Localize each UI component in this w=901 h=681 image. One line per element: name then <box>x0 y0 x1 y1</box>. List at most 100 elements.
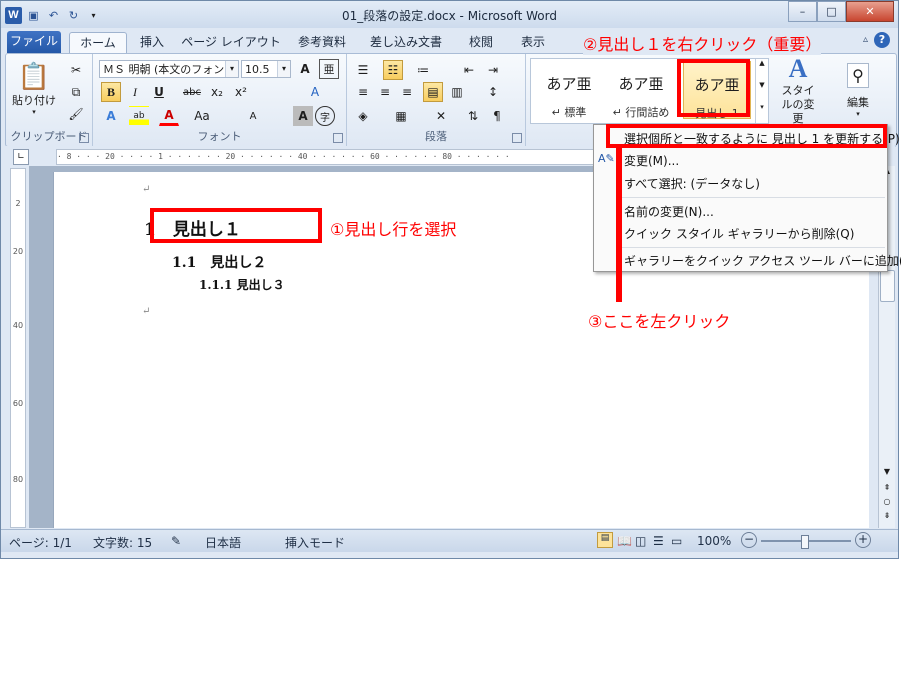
show-marks-icon[interactable]: ¶ <box>487 106 507 126</box>
tab-review[interactable]: 校閲 <box>459 32 503 53</box>
help-icon[interactable]: ? <box>874 32 890 48</box>
print-layout-view-icon[interactable]: ▤ <box>597 532 613 548</box>
proofing-icon[interactable]: ✎ <box>171 534 181 548</box>
multilevel-list-icon[interactable]: ≔ <box>413 60 433 80</box>
font-name-value: ＭＳ 明朝 (本文のフォン <box>103 63 225 76</box>
clear-format-icon[interactable]: A <box>305 82 325 102</box>
ribbon-minimize-icon[interactable]: ▵ <box>863 34 868 45</box>
align-center-icon[interactable]: ≡ <box>375 82 395 102</box>
status-bar: ページ: 1/1 文字数: 15 ✎ 日本語 挿入モード ▤ 📖 ◫ ☰ ▭ 1… <box>1 529 898 552</box>
heading-3-text[interactable]: 1.1.1 見出し３ <box>199 276 285 293</box>
paste-button[interactable]: 📋 貼り付け ▾ <box>12 58 56 120</box>
clipboard-launcher-icon[interactable] <box>79 133 89 143</box>
italic-button[interactable]: I <box>125 82 145 102</box>
shrink-font-icon[interactable]: A <box>243 106 263 126</box>
scroll-thumb[interactable] <box>880 270 895 302</box>
grow-font-icon[interactable]: A <box>295 59 315 79</box>
subscript-button[interactable]: x₂ <box>207 82 227 102</box>
line-spacing-icon[interactable]: ↕ <box>483 82 503 102</box>
increase-indent-icon[interactable]: ⇥ <box>483 60 503 80</box>
change-styles-button[interactable]: A スタイルの変更 <box>770 54 826 125</box>
borders-icon[interactable]: ▦ <box>391 106 411 126</box>
chevron-down-icon[interactable]: ▼ <box>756 81 768 89</box>
enclose-char-icon[interactable]: 字 <box>315 106 335 126</box>
phonetic-guide-icon[interactable]: 亜 <box>319 59 339 79</box>
group-clipboard: 📋 貼り付け ▾ ✂ ⧉ 🖌 クリップボード <box>6 54 93 146</box>
sort-icon[interactable]: ⇅ <box>463 106 483 126</box>
vertical-ruler[interactable]: 2 20 40 60 80 <box>10 168 26 528</box>
word-count[interactable]: 文字数: 15 <box>93 534 152 551</box>
decrease-indent-icon[interactable]: ⇤ <box>459 60 479 80</box>
shading-icon[interactable]: ◈ <box>353 106 373 126</box>
change-case-button[interactable]: Aa <box>189 106 215 126</box>
insert-mode[interactable]: 挿入モード <box>285 534 345 551</box>
tab-mailings[interactable]: 差し込み文書 <box>363 32 449 53</box>
maximize-button[interactable]: □ <box>817 1 846 22</box>
style-no-spacing[interactable]: あア亜 ↵ 行間詰め <box>607 61 675 119</box>
bullets-icon[interactable]: ☰ <box>353 60 373 80</box>
prev-page-icon[interactable]: ⇞ <box>879 483 895 492</box>
tab-references[interactable]: 参考資料 <box>289 32 355 53</box>
tab-selector-icon[interactable]: ∟ <box>13 149 29 165</box>
font-size-combo[interactable]: 10.5 ▾ <box>241 60 291 78</box>
menu-item-rename[interactable]: 名前の変更(N)... <box>624 203 714 220</box>
justify-icon[interactable]: ▤ <box>423 82 443 102</box>
asian-layout-icon[interactable]: ✕ <box>431 106 451 126</box>
chevron-down-icon[interactable]: ▾ <box>277 61 290 77</box>
underline-button[interactable]: U <box>149 82 169 102</box>
chevron-down-icon[interactable]: ▼ <box>879 467 895 476</box>
font-launcher-icon[interactable] <box>333 133 343 143</box>
tab-insert[interactable]: 挿入 <box>131 32 173 53</box>
font-name-combo[interactable]: ＭＳ 明朝 (本文のフォン ▾ <box>99 60 239 78</box>
menu-item-remove-from-gallery[interactable]: クイック スタイル ギャラリーから削除(Q) <box>624 225 854 242</box>
minimize-button[interactable]: – <box>788 1 817 22</box>
bold-button[interactable]: B <box>101 82 121 102</box>
next-page-icon[interactable]: ⇟ <box>879 511 895 520</box>
copy-icon[interactable]: ⧉ <box>66 82 86 102</box>
menu-item-add-to-qat[interactable]: ギャラリーをクイック アクセス ツール バーに追加(A) <box>624 252 901 269</box>
align-right-icon[interactable]: ≡ <box>397 82 417 102</box>
tab-page-layout[interactable]: ページ レイアウト <box>181 32 281 53</box>
text-effects-icon[interactable]: A <box>101 106 121 126</box>
char-shading-icon[interactable]: A <box>293 106 313 126</box>
paste-label: 貼り付け <box>12 94 56 107</box>
web-layout-view-icon[interactable]: ◫ <box>635 534 646 548</box>
heading-2-text[interactable]: 1.1 見出し２ <box>172 252 266 272</box>
highlight-icon[interactable]: ab <box>129 106 149 126</box>
language[interactable]: 日本語 <box>205 534 241 551</box>
tab-view[interactable]: 表示 <box>511 32 555 53</box>
paragraph-launcher-icon[interactable] <box>512 133 522 143</box>
page-count[interactable]: ページ: 1/1 <box>9 534 72 551</box>
numbering-icon[interactable]: ☷ <box>383 60 403 80</box>
format-painter-icon[interactable]: 🖌 <box>66 104 86 124</box>
superscript-button[interactable]: x² <box>231 82 251 102</box>
align-left-icon[interactable]: ≡ <box>353 82 373 102</box>
chevron-down-icon[interactable]: ▾ <box>225 61 238 77</box>
font-color-button[interactable]: A <box>159 106 179 126</box>
window-controls: – □ ✕ <box>788 1 894 22</box>
zoom-slider-thumb[interactable] <box>801 535 809 549</box>
horizontal-ruler[interactable]: · 8 · · · 20 · · · · 1 · · · · · · 20 · … <box>56 149 618 165</box>
close-button[interactable]: ✕ <box>846 1 894 22</box>
full-screen-view-icon[interactable]: 📖 <box>617 534 632 548</box>
distribute-icon[interactable]: ▥ <box>447 82 467 102</box>
draft-view-icon[interactable]: ▭ <box>671 534 682 548</box>
more-icon[interactable]: ▾ <box>756 103 768 111</box>
paragraph-mark: ↵ <box>142 306 151 317</box>
tab-file[interactable]: ファイル <box>7 31 61 53</box>
zoom-level[interactable]: 100% <box>697 534 731 548</box>
zoom-in-icon[interactable]: + <box>855 532 871 548</box>
browse-object-icon[interactable]: ○ <box>879 497 895 506</box>
cut-icon[interactable]: ✂ <box>66 60 86 80</box>
zoom-out-icon[interactable]: − <box>741 532 757 548</box>
menu-item-select-all[interactable]: すべて選択: (データなし) <box>624 175 760 192</box>
chevron-up-icon[interactable]: ▲ <box>756 59 768 67</box>
outline-view-icon[interactable]: ☰ <box>653 534 664 548</box>
style-normal[interactable]: あア亜 ↵ 標準 <box>535 61 603 119</box>
edit-button[interactable]: ⚲ 編集 ▾ <box>830 58 886 122</box>
strikethrough-button[interactable]: abc <box>179 82 205 102</box>
menu-item-modify[interactable]: 変更(M)... <box>624 152 679 169</box>
highlight-box-menu-item <box>606 124 887 148</box>
styles-scroll[interactable]: ▲ ▼ ▾ <box>755 59 768 123</box>
tab-home[interactable]: ホーム <box>69 32 127 54</box>
